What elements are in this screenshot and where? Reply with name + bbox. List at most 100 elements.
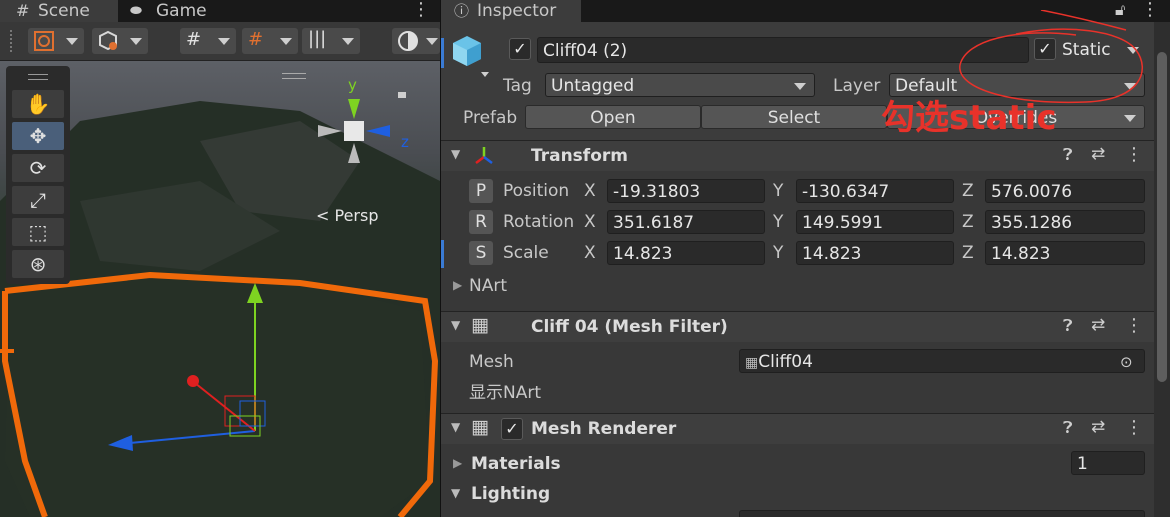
chevron-down-icon [280,38,292,45]
inspector-scrollbar[interactable] [1154,22,1170,517]
position-label: Position [503,181,570,201]
hand-tool-button[interactable]: ✋ [12,90,64,118]
position-z-field[interactable]: 576.0076 [985,179,1145,203]
sphere-icon [398,31,418,51]
scale-y-field[interactable]: 14.823 [796,241,954,265]
object-picker-icon[interactable]: ⊙ [1120,350,1133,372]
scale-label: Scale [503,243,549,263]
scale-z-field[interactable]: 14.823 [985,241,1145,265]
rect-tool-button[interactable]: ⬚ [12,218,64,246]
active-checkbox[interactable]: ✓ [509,38,531,60]
move-gizmo[interactable] [100,271,300,491]
mesh-object-field[interactable]: ▦Cliff04 ⊙ [739,349,1145,373]
scale-tool-button[interactable]: ⤢ [12,186,64,214]
chevron-down-icon [130,38,142,45]
lighting-foldout[interactable]: ▼ Lighting [441,482,741,506]
mesh-renderer-header[interactable]: ▼ ▦ ✓ Mesh Renderer ❓︎ ⇄ ⋮ [441,413,1154,444]
materials-size-field[interactable]: 1 [1071,451,1145,475]
mesh-grid-icon: ▦ [471,314,489,336]
mesh-label: Mesh [469,352,514,372]
presets-icon[interactable]: ⇄ [1091,417,1105,437]
grid-snap-button[interactable]: # [180,28,236,54]
position-badge[interactable]: P [469,179,493,203]
scale-y-axis: Y [773,243,784,263]
help-icon[interactable]: ❓︎ [1063,418,1073,438]
increment-snap-button[interactable]: # [242,28,298,54]
tab-game[interactable]: ⬬ Game [128,0,238,22]
foldout-arrow-icon: ▼ [451,318,461,332]
hand-icon: ✋ [25,92,51,116]
layer-value: Default [895,76,958,96]
rotation-z-field[interactable]: 355.1286 [985,210,1145,234]
move-tool-button[interactable]: ✥ [12,122,64,150]
mesh-renderer-icon: ▦ [471,416,489,438]
foldout-arrow-icon: ▼ [451,486,461,500]
rotation-x-field[interactable]: 351.6187 [607,210,765,234]
position-y-axis: Y [773,181,784,201]
mesh-filter-title: Cliff 04 (Mesh Filter) [531,317,728,337]
tab-inspector[interactable]: ⓘ Inspector [441,0,581,22]
cube-icon [99,30,117,51]
render-grid-button[interactable]: ||| [302,28,360,54]
tab-scene[interactable]: # Scene [0,0,118,22]
chevron-down-icon [66,38,78,45]
shading-mode-button[interactable] [92,28,148,54]
info-icon: ⓘ [454,2,470,20]
component-menu-icon[interactable]: ⋮ [1125,144,1143,165]
tab-scene-label: Scene [38,1,90,21]
scene-tabbar: # Scene ⬬ Game ⋮ [0,0,440,22]
rect-icon: ⬚ [28,220,48,244]
nart-foldout[interactable]: ▶ NArt [441,274,741,298]
position-z-axis: Z [962,181,974,201]
mesh-renderer-title: Mesh Renderer [531,419,677,439]
cube-icon[interactable] [449,32,493,80]
component-menu-icon[interactable]: ⋮ [1125,315,1143,336]
help-icon[interactable]: ❓︎ [1063,145,1073,165]
rotation-y-field[interactable]: 149.5991 [796,210,954,234]
scrollbar-thumb[interactable] [1157,52,1167,382]
transform-tool-button[interactable]: ⊛ [12,250,64,278]
gizmo-orientation-button[interactable] [392,28,440,54]
gizmo-handle-icon[interactable] [398,92,406,98]
rotation-y-axis: Y [773,212,784,232]
viewport-drag-handle[interactable] [282,73,306,79]
transform-row-rotation: R Rotation X 351.6187 Y 149.5991 Z 355.1… [441,209,1154,237]
scale-x-axis: X [584,243,596,263]
tag-dropdown[interactable]: Untagged [545,73,815,97]
position-x-axis: X [584,181,596,201]
scale-z-axis: Z [962,243,974,263]
lighting-field-partial[interactable] [739,510,1145,517]
gizmo-y-label: y [348,76,357,94]
prefab-select-button[interactable]: Select [701,105,887,129]
orientation-gizmo[interactable] [300,81,410,191]
presets-icon[interactable]: ⇄ [1091,144,1105,164]
materials-foldout[interactable]: ▶ Materials [441,452,741,476]
increment-snap-icon: # [248,29,264,50]
component-menu-icon[interactable]: ⋮ [1125,417,1143,438]
presets-icon[interactable]: ⇄ [1091,315,1105,335]
materials-label: Materials [471,454,561,474]
selection-accent [441,38,444,68]
chevron-down-icon [1124,115,1136,122]
toolbar-grip [10,30,15,52]
draw-mode-button[interactable] [28,28,84,54]
scene-toolbar: # # ||| [0,22,440,61]
mesh-filter-header[interactable]: ▼ ▦ Cliff 04 (Mesh Filter) ❓︎ ⇄ ⋮ [441,311,1154,342]
foldout-arrow-icon: ▼ [451,420,461,434]
scale-badge[interactable]: S [469,241,493,265]
transform-title: Transform [531,146,628,166]
scale-x-field[interactable]: 14.823 [607,241,765,265]
rotate-tool-button[interactable]: ⟳ [12,154,64,182]
mesh-renderer-enabled-checkbox[interactable]: ✓ [501,418,523,440]
tool-palette-grip[interactable] [28,74,48,80]
rotation-badge[interactable]: R [469,210,493,234]
help-icon[interactable]: ❓︎ [1063,316,1073,336]
position-x-field[interactable]: -19.31803 [607,179,765,203]
transform-header[interactable]: ▼ Transform ❓︎ ⇄ ⋮ [441,140,1154,171]
position-y-field[interactable]: -130.6347 [796,179,954,203]
persp-label[interactable]: < Persp [316,206,378,225]
kebab-menu-icon[interactable]: ⋮ [412,0,430,20]
chevron-down-icon [426,38,438,45]
draw-mode-icon [34,31,54,51]
prefab-open-button[interactable]: Open [525,105,701,129]
